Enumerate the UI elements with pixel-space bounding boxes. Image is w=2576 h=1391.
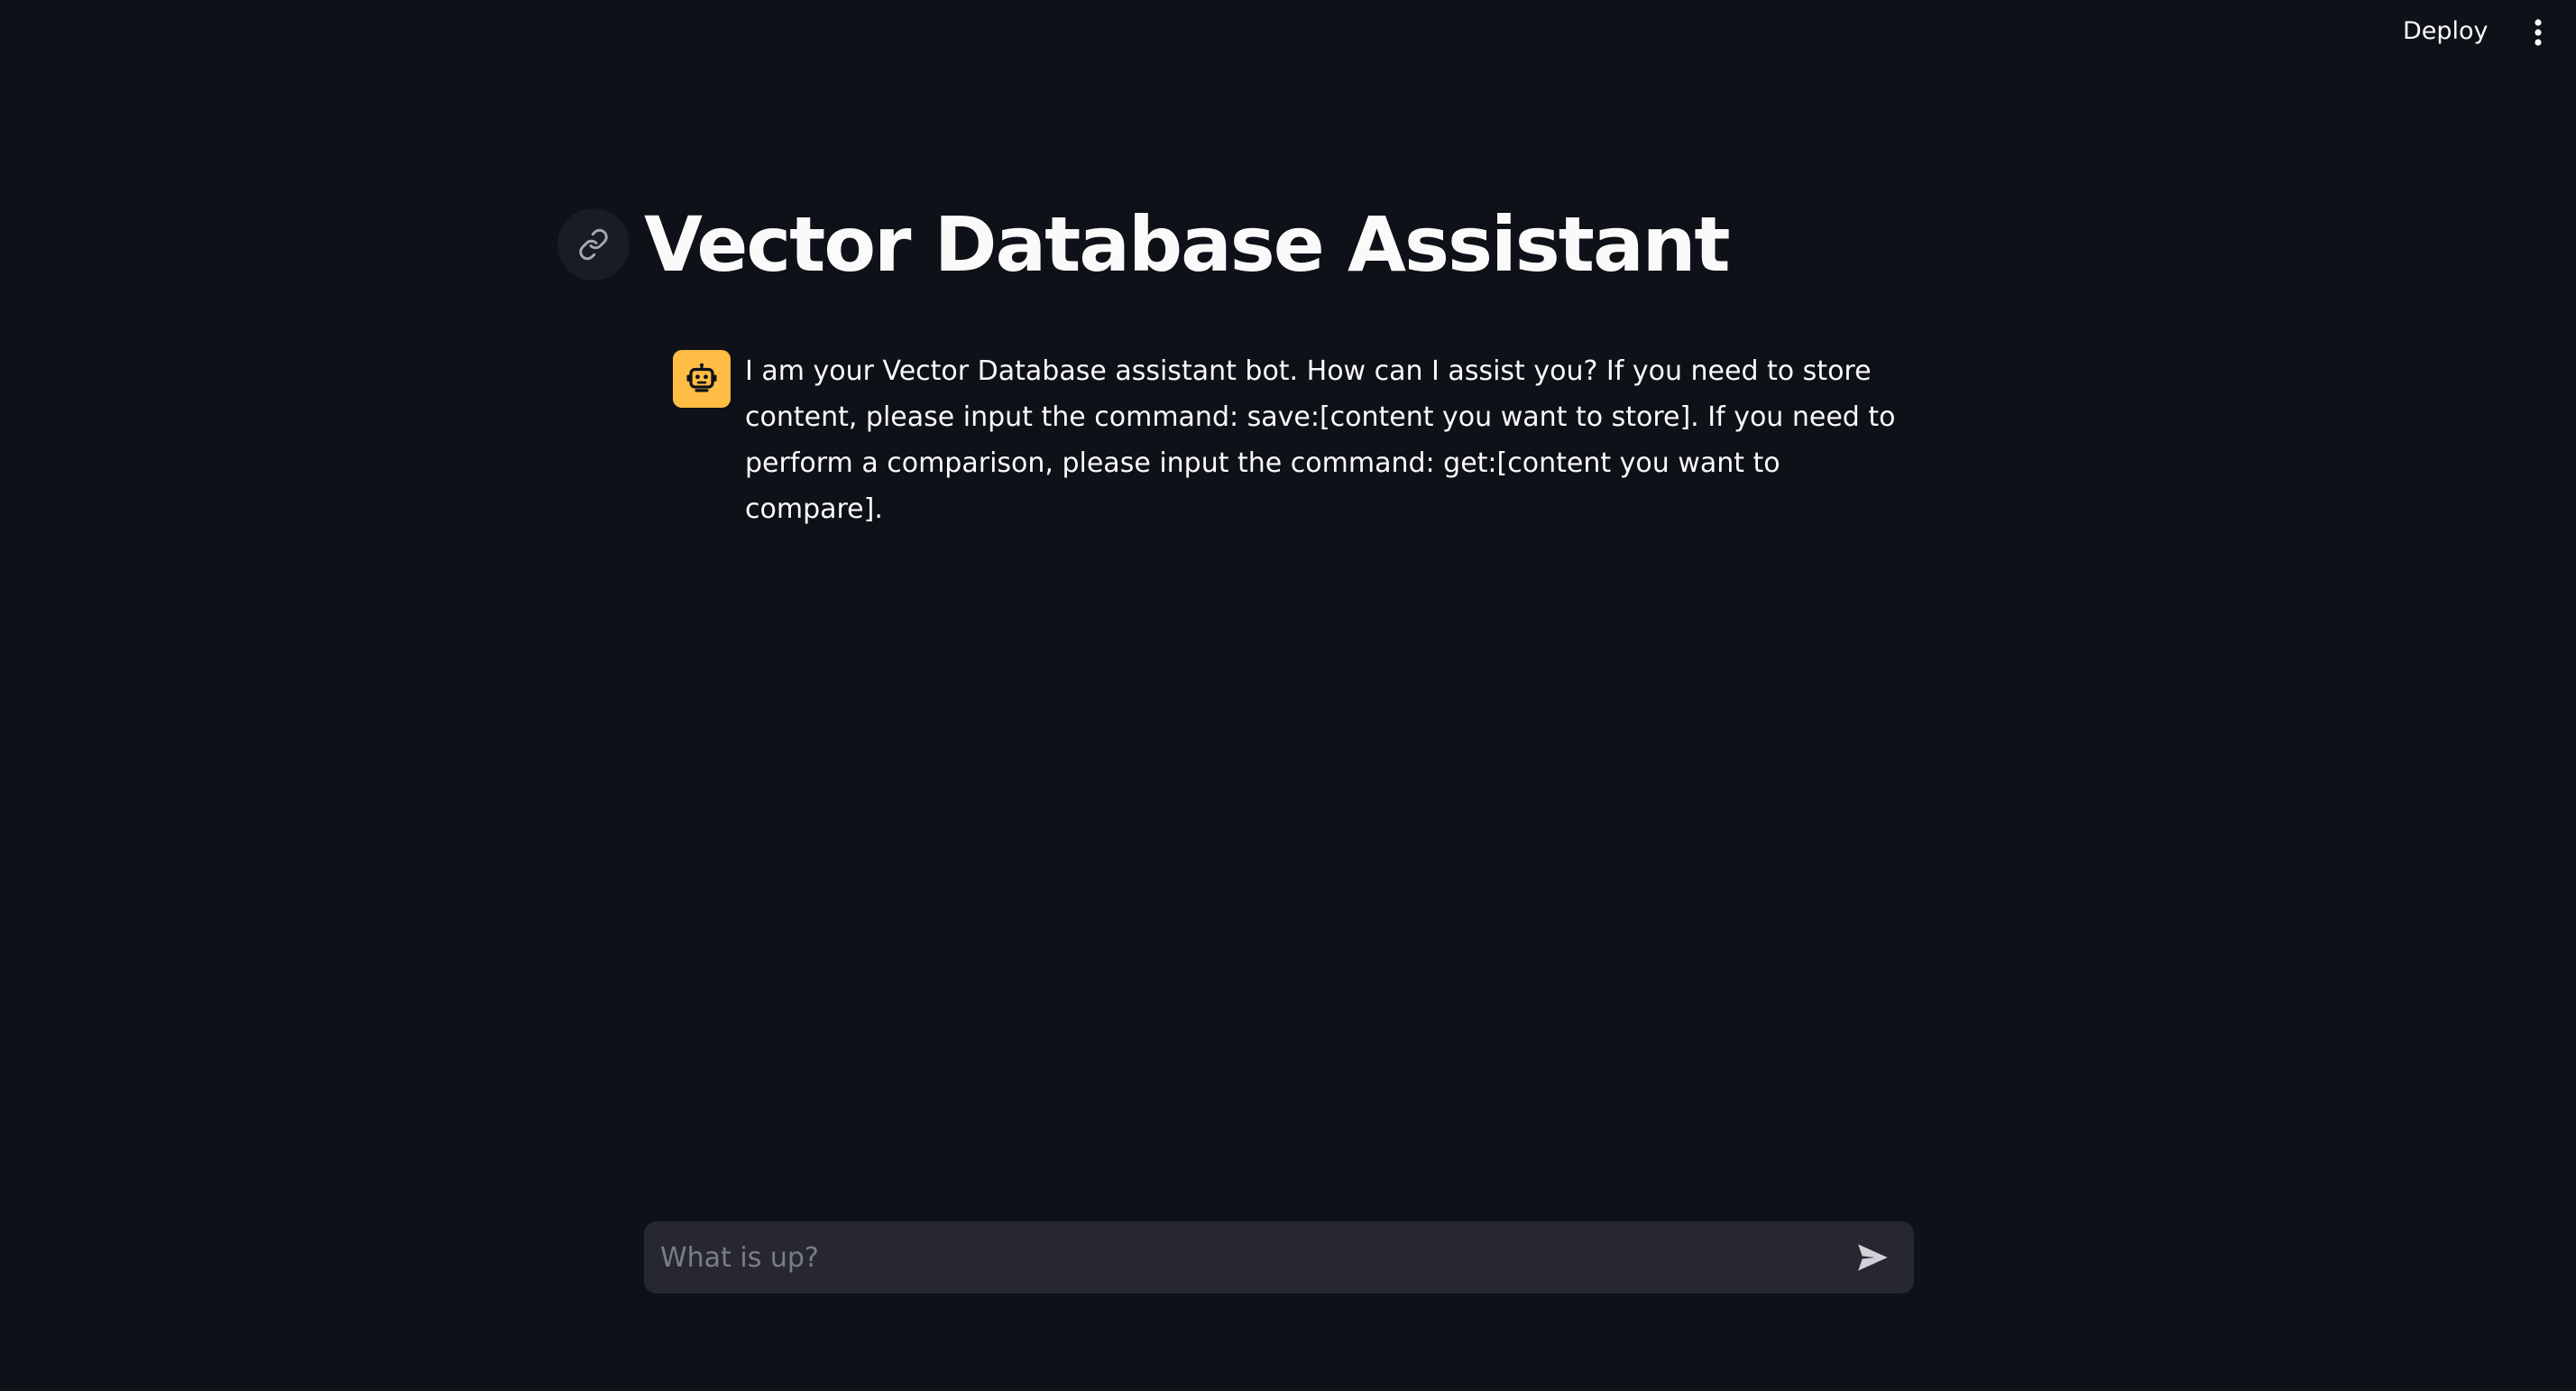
send-icon: [1858, 1244, 1888, 1271]
page-title: Vector Database Assistant: [644, 200, 1731, 289]
send-button[interactable]: [1845, 1230, 1900, 1285]
deploy-button[interactable]: Deploy: [2390, 13, 2501, 49]
robot-icon: [686, 363, 717, 392]
chat-input[interactable]: [644, 1221, 1845, 1294]
link-icon: [579, 228, 608, 261]
chat-message-assistant: I am your Vector Database assistant bot.…: [673, 350, 1918, 532]
app-header: Deploy: [0, 0, 2576, 63]
assistant-message-text: I am your Vector Database assistant bot.…: [745, 355, 1896, 525]
title-row: Vector Database Assistant: [557, 186, 1731, 303]
vertical-dots-icon: [2535, 19, 2542, 46]
chat-input-container: [644, 1221, 1914, 1294]
title-anchor-link[interactable]: [557, 208, 630, 281]
assistant-avatar: [673, 350, 731, 408]
main-menu-button[interactable]: [2518, 13, 2558, 52]
